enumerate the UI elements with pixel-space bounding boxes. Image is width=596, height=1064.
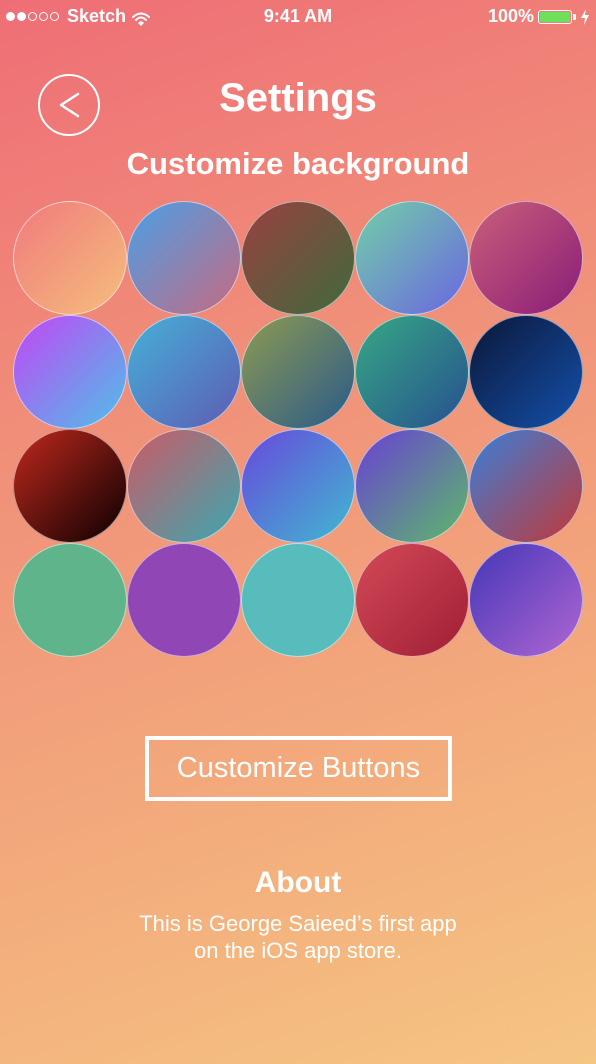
background-swatch-7[interactable] — [127, 315, 241, 429]
page-title: Settings — [219, 76, 377, 120]
background-swatch-17[interactable] — [127, 543, 241, 657]
background-swatch-11[interactable] — [13, 429, 127, 543]
customize-background-title: Customize background — [126, 146, 470, 181]
background-swatch-12[interactable] — [127, 429, 241, 543]
about-title: About — [254, 866, 342, 899]
background-swatch-10[interactable] — [469, 315, 583, 429]
charging-bolt-icon — [580, 8, 590, 25]
about-line: on the iOS app store. — [194, 938, 402, 963]
battery-level — [540, 11, 570, 22]
background-swatch-grid — [13, 201, 585, 657]
background-swatch-15[interactable] — [469, 429, 583, 543]
background-swatch-19[interactable] — [355, 543, 469, 657]
battery-cap — [573, 13, 576, 20]
about-description: This is George Saieed’s first app on the… — [0, 910, 596, 964]
status-bar: Sketch 9:41 AM 100% — [0, 0, 596, 32]
background-swatch-16[interactable] — [13, 543, 127, 657]
background-swatch-13[interactable] — [241, 429, 355, 543]
background-swatch-9[interactable] — [355, 315, 469, 429]
background-swatch-2[interactable] — [127, 201, 241, 315]
background-swatch-5[interactable] — [469, 201, 583, 315]
status-right: 100% — [488, 6, 590, 27]
background-swatch-6[interactable] — [13, 315, 127, 429]
about-line: This is George Saieed’s first app — [139, 911, 457, 936]
background-swatch-8[interactable] — [241, 315, 355, 429]
battery-percentage: 100% — [487, 6, 534, 26]
battery-icon — [538, 9, 572, 24]
background-swatch-3[interactable] — [241, 201, 355, 315]
background-swatch-18[interactable] — [241, 543, 355, 657]
background-swatch-4[interactable] — [355, 201, 469, 315]
background-swatch-20[interactable] — [469, 543, 583, 657]
settings-screen: Sketch 9:41 AM 100% Settings Customize b… — [0, 0, 596, 1064]
customize-buttons-button[interactable]: Customize Buttons — [145, 736, 452, 801]
background-swatch-14[interactable] — [355, 429, 469, 543]
background-swatch-1[interactable] — [13, 201, 127, 315]
